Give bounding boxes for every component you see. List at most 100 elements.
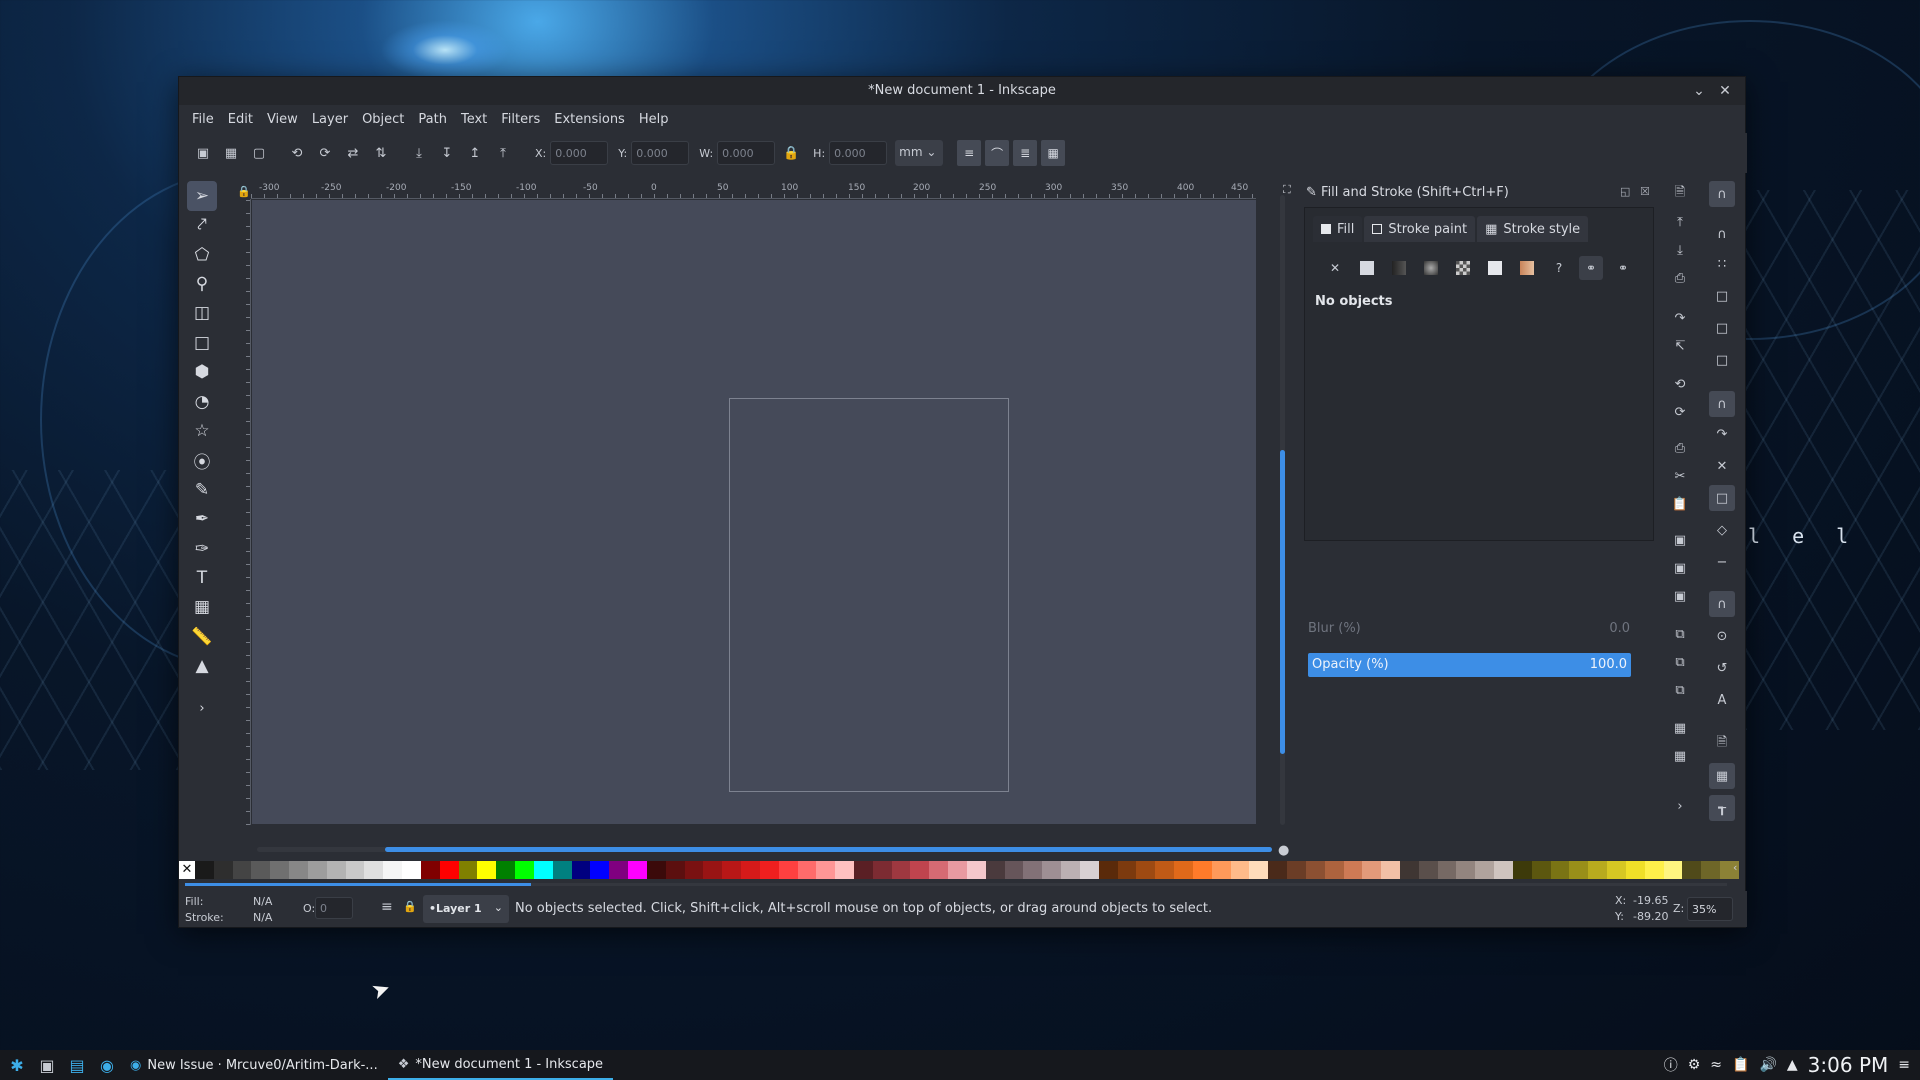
- color-swatch[interactable]: [326, 861, 346, 879]
- color-swatch[interactable]: [402, 861, 421, 879]
- snap-midpoints-icon[interactable]: −: [1709, 549, 1735, 575]
- color-swatch[interactable]: [1079, 861, 1099, 879]
- color-swatch[interactable]: [1494, 861, 1513, 879]
- tab-stroke-style[interactable]: ▦ Stroke style: [1477, 216, 1589, 242]
- opacity-slider[interactable]: Opacity (%) 100.0: [1308, 653, 1631, 677]
- undo-icon[interactable]: ⟲: [1667, 371, 1693, 397]
- no-color-swatch-icon[interactable]: ✕: [179, 861, 195, 879]
- radial-gradient-icon[interactable]: [1419, 256, 1443, 280]
- color-swatch[interactable]: [1569, 861, 1589, 879]
- snap-bbox-icon[interactable]: ∩: [1709, 221, 1735, 247]
- color-swatch[interactable]: [1098, 861, 1118, 879]
- tab-stroke-paint[interactable]: Stroke paint: [1364, 216, 1476, 242]
- color-swatch[interactable]: [590, 861, 610, 879]
- raise-icon[interactable]: ↥: [463, 141, 487, 165]
- color-swatch[interactable]: [929, 861, 949, 879]
- fill-indicator-value[interactable]: N/A: [253, 895, 272, 908]
- fill-rule-evenodd-icon[interactable]: ⚭: [1579, 256, 1603, 280]
- save-icon[interactable]: ⤓: [1667, 237, 1693, 263]
- color-swatch[interactable]: [948, 861, 967, 879]
- no-paint-icon[interactable]: ✕: [1323, 256, 1347, 280]
- browser-icon[interactable]: ◉: [94, 1052, 120, 1078]
- vertical-scroll-thumb[interactable]: [1280, 450, 1285, 754]
- lock-ratio-icon[interactable]: 🔒: [779, 141, 803, 165]
- opacity-spin-field[interactable]: 0: [315, 897, 353, 919]
- color-swatch[interactable]: [1042, 861, 1062, 879]
- x-field[interactable]: 0.000: [550, 141, 609, 165]
- copy-icon[interactable]: ⎙: [1667, 435, 1693, 461]
- color-swatch[interactable]: [1305, 861, 1325, 879]
- snap-guides-icon[interactable]: ┱: [1709, 795, 1735, 821]
- color-swatch[interactable]: [383, 861, 403, 879]
- menu-view[interactable]: View: [260, 112, 305, 127]
- terminal-icon[interactable]: ▣: [34, 1052, 60, 1078]
- mesh-gradient-icon[interactable]: [1515, 256, 1539, 280]
- color-swatch[interactable]: [1663, 861, 1683, 879]
- color-swatch[interactable]: [195, 861, 214, 879]
- selector-tool-icon[interactable]: ➢: [187, 181, 217, 211]
- color-swatch[interactable]: [1287, 861, 1306, 879]
- color-swatch[interactable]: [1004, 861, 1024, 879]
- color-swatch[interactable]: [891, 861, 911, 879]
- measure-page-icon[interactable]: ◫: [187, 298, 217, 328]
- color-swatch[interactable]: [1701, 861, 1721, 879]
- deselect-icon[interactable]: ▢: [247, 141, 271, 165]
- color-swatch[interactable]: [1230, 861, 1250, 879]
- color-swatch[interactable]: [797, 861, 817, 879]
- menu-help[interactable]: Help: [632, 112, 676, 127]
- height-field[interactable]: 0.000: [829, 141, 888, 165]
- lower-to-bottom-icon[interactable]: ⤓: [407, 141, 431, 165]
- scroll-corner-icon[interactable]: ●: [1278, 843, 1289, 858]
- color-swatch[interactable]: [1418, 861, 1438, 879]
- palette-menu-chevron-icon[interactable]: ‹: [1733, 861, 1737, 874]
- layer-select[interactable]: •Layer 1 ⌄: [423, 895, 509, 923]
- color-swatch[interactable]: [1644, 861, 1664, 879]
- scale-corners-icon[interactable]: ⌒: [985, 140, 1010, 166]
- text-tool-icon[interactable]: T: [187, 563, 217, 593]
- color-swatch[interactable]: [1531, 861, 1551, 879]
- drawing-canvas[interactable]: [252, 200, 1256, 824]
- stroke-indicator-value[interactable]: N/A: [253, 911, 272, 924]
- pen-tool-icon[interactable]: ✒: [187, 504, 217, 534]
- snap-intersections-icon[interactable]: ✕: [1709, 453, 1735, 479]
- menu-extensions[interactable]: Extensions: [547, 112, 632, 127]
- color-swatch[interactable]: [1437, 861, 1457, 879]
- fill-rule-nonzero-icon[interactable]: ⚭: [1611, 256, 1635, 280]
- color-swatch[interactable]: [722, 861, 742, 879]
- print-icon[interactable]: ⎙: [1667, 265, 1693, 291]
- snap-bbox-edges-icon[interactable]: ∷: [1709, 251, 1735, 277]
- select-all-layers-icon[interactable]: ▦: [219, 141, 243, 165]
- color-swatch[interactable]: [552, 861, 572, 879]
- unset-paint-icon[interactable]: ?: [1547, 256, 1571, 280]
- color-swatch[interactable]: [684, 861, 704, 879]
- box3d-tool-icon[interactable]: ⬢: [187, 357, 217, 387]
- zoom-page-icon[interactable]: ▣: [1667, 583, 1693, 609]
- color-swatch[interactable]: [307, 861, 327, 879]
- blur-slider[interactable]: Blur (%) 0.0: [1308, 621, 1646, 643]
- paint-bucket-icon[interactable]: ▲: [187, 651, 217, 681]
- snap-rotation-centers-icon[interactable]: ↺: [1709, 655, 1735, 681]
- task-inkscape[interactable]: ❖ *New document 1 - Inkscape: [387, 1050, 614, 1080]
- horizontal-scrollbar[interactable]: [257, 847, 1272, 852]
- snap-others-icon[interactable]: ∩: [1709, 591, 1735, 617]
- task-browser[interactable]: ◉ New Issue · Mrcuve0/Aritim-Dark-...: [120, 1050, 388, 1080]
- cut-icon[interactable]: ✂: [1667, 463, 1693, 489]
- color-swatch[interactable]: [439, 861, 459, 879]
- color-swatch[interactable]: [1211, 861, 1231, 879]
- settings-gear-icon[interactable]: ⚙: [1688, 1057, 1701, 1073]
- menu-object[interactable]: Object: [355, 112, 411, 127]
- zoom-selection-icon[interactable]: ▣: [1667, 527, 1693, 553]
- snap-smooth-nodes-icon[interactable]: ◇: [1709, 517, 1735, 543]
- export-icon[interactable]: ↸: [1667, 333, 1693, 359]
- color-swatch[interactable]: [778, 861, 798, 879]
- color-swatch[interactable]: [910, 861, 930, 879]
- spiral-tool-icon[interactable]: ⦿: [187, 445, 217, 475]
- paste-icon[interactable]: 📋: [1667, 491, 1693, 517]
- menu-edit[interactable]: Edit: [221, 112, 260, 127]
- color-swatch[interactable]: [759, 861, 779, 879]
- color-swatch[interactable]: [213, 861, 233, 879]
- color-swatch[interactable]: [1607, 861, 1626, 879]
- layer-lock-icon[interactable]: 🔒: [403, 900, 417, 913]
- width-field[interactable]: 0.000: [717, 141, 776, 165]
- title-bar[interactable]: *New document 1 - Inkscape ⌄ ✕: [179, 77, 1745, 105]
